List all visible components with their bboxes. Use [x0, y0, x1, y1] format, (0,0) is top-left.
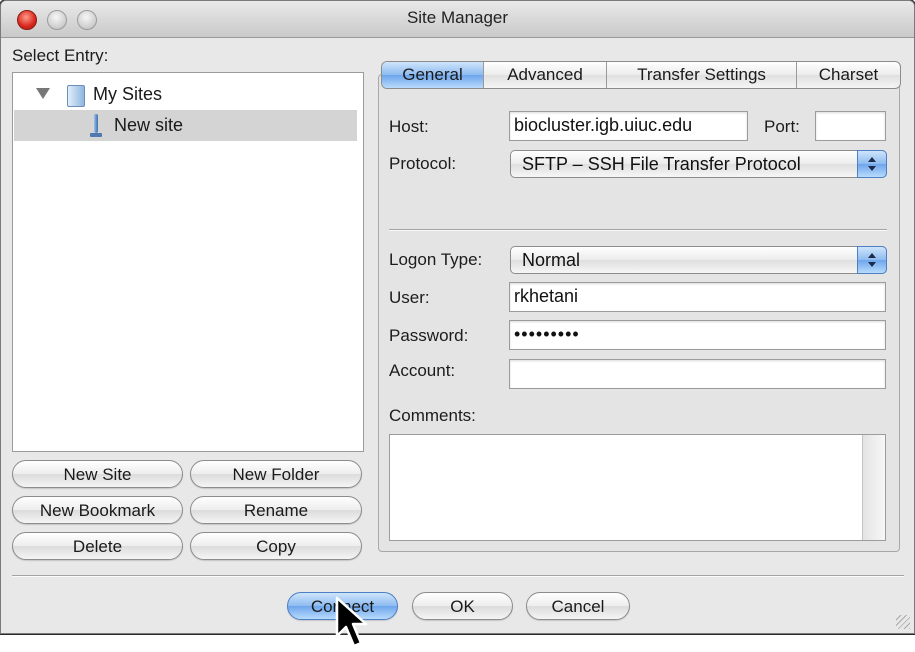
port-label: Port: [764, 117, 800, 136]
logon-type-label: Logon Type: [389, 250, 483, 269]
account-label: Account: [389, 361, 456, 380]
tree-item-new-site[interactable]: New site [14, 110, 357, 141]
separator [389, 229, 887, 231]
comments-label: Comments: [389, 406, 476, 425]
host-field[interactable]: biocluster.igb.uiuc.edu [509, 111, 748, 141]
protocol-select[interactable]: SFTP – SSH File Transfer Protocol [510, 150, 887, 178]
user-field[interactable]: rkhetani [509, 282, 886, 312]
tab-transfer-settings[interactable]: Transfer Settings [607, 62, 797, 88]
title-bar[interactable]: Site Manager [1, 1, 914, 38]
password-label: Password: [389, 326, 469, 345]
delete-button[interactable]: Delete [12, 532, 183, 560]
tree-item-label: My Sites [93, 84, 163, 104]
tab-bar: General Advanced Transfer Settings Chars… [381, 61, 901, 89]
resize-grip-icon[interactable] [896, 615, 910, 629]
new-bookmark-button[interactable]: New Bookmark [12, 496, 183, 524]
tab-advanced[interactable]: Advanced [484, 62, 607, 88]
tab-charset[interactable]: Charset [797, 62, 900, 88]
select-entry-label: Select Entry: [12, 46, 109, 65]
comments-scrollbar[interactable] [862, 435, 885, 540]
site-manager-window: Site Manager Select Entry: My Sites New … [0, 0, 915, 634]
site-icon [90, 114, 102, 138]
select-arrows-icon[interactable] [857, 150, 887, 178]
cancel-button[interactable]: Cancel [526, 592, 630, 620]
select-arrows-icon[interactable] [857, 246, 887, 274]
window-title: Site Manager [406, 8, 509, 27]
password-field[interactable]: ••••••••• [509, 320, 886, 350]
account-field[interactable] [509, 359, 886, 389]
new-folder-button[interactable]: New Folder [190, 460, 362, 488]
mouse-pointer-icon [335, 596, 368, 648]
tree-item-label: New site [114, 115, 184, 135]
tab-general[interactable]: General [382, 62, 484, 88]
ok-button[interactable]: OK [412, 592, 513, 620]
port-field[interactable] [815, 111, 886, 141]
logon-type-select[interactable]: Normal [510, 246, 887, 274]
rename-button[interactable]: Rename [190, 496, 362, 524]
site-tree[interactable]: My Sites New site [12, 72, 364, 452]
protocol-value: SFTP – SSH File Transfer Protocol [522, 154, 801, 174]
host-label: Host: [389, 117, 429, 136]
folder-icon [67, 85, 85, 107]
footer-separator [12, 575, 904, 577]
tree-item-my-sites[interactable]: My Sites [14, 79, 357, 110]
logon-type-value: Normal [522, 250, 581, 270]
protocol-label: Protocol: [389, 154, 457, 173]
copy-button[interactable]: Copy [190, 532, 362, 560]
comments-textarea[interactable] [389, 434, 886, 541]
user-label: User: [389, 288, 430, 307]
disclosure-triangle-icon[interactable] [36, 88, 50, 99]
new-site-button[interactable]: New Site [12, 460, 183, 488]
